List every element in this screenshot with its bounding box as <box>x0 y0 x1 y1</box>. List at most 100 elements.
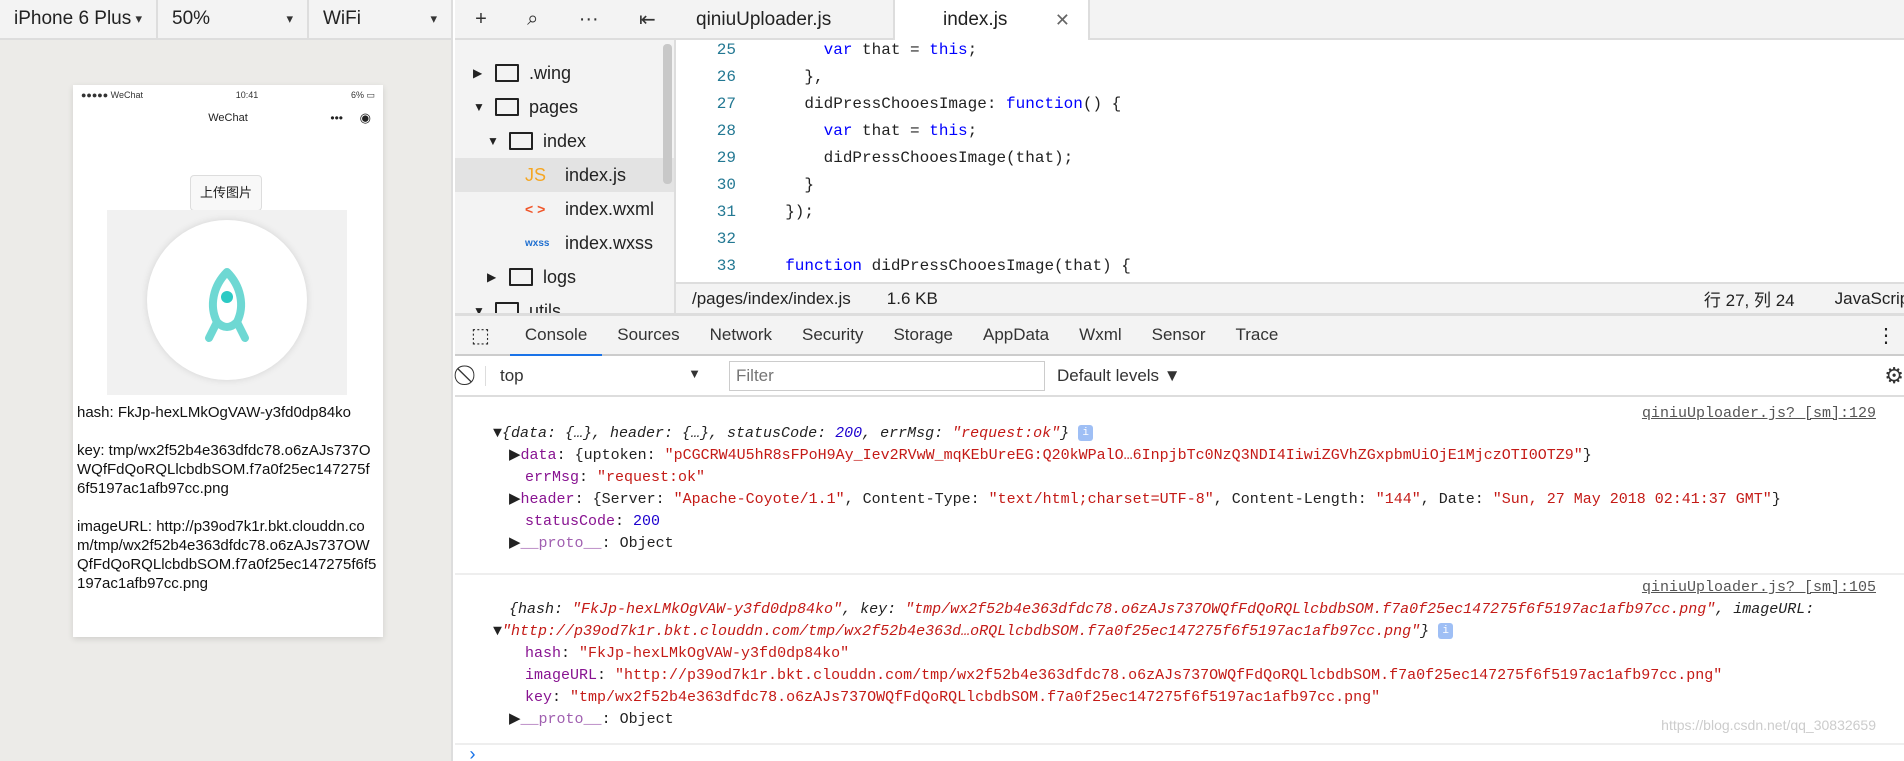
zoom-select[interactable]: 50% ▾ <box>158 0 309 38</box>
tab-label: qiniuUploader.js <box>696 9 832 30</box>
tab-index-js[interactable]: index.js ✕ <box>895 0 1090 40</box>
caret-down-icon: ▼ <box>487 134 499 148</box>
folder-open-icon <box>495 98 519 116</box>
battery-indicator: 6% ▭ <box>350 89 375 100</box>
network-select[interactable]: WiFi ▾ <box>309 0 453 38</box>
tree-item-logs[interactable]: ▶ logs <box>455 260 674 294</box>
watermark: https://blog.csdn.net/qq_30832659 <box>1661 717 1876 733</box>
editor-status-bar: /pages/index/index.js 1.6 KB 行 27, 列 24 … <box>676 282 1904 313</box>
tree-label: logs <box>543 266 577 287</box>
tab-security[interactable]: Security <box>787 315 878 355</box>
settings-gear-icon[interactable]: ⚙ <box>1884 363 1904 389</box>
battery-level: 6% <box>350 89 364 100</box>
tab-trace[interactable]: Trace <box>1221 315 1294 355</box>
more-vert-icon[interactable]: ⋮ <box>1876 323 1896 348</box>
object-summary[interactable]: ▼{data: {…}, header: {…}, statusCode: 20… <box>493 423 1904 445</box>
dropdown-icon: ▼ <box>688 365 701 381</box>
line-number: 32 <box>716 230 736 248</box>
tree-label: index.js <box>565 164 627 185</box>
uploaded-image <box>107 210 347 395</box>
property-data[interactable]: ▶data: {uptoken: "pCGCRW4U5hR8sFPoH9Ay_I… <box>493 445 1904 467</box>
more-icon[interactable]: ••• <box>330 105 343 131</box>
tab-network[interactable]: Network <box>695 315 787 355</box>
tree-scrollbar[interactable] <box>663 44 672 184</box>
code-line: 25 var that = this; <box>676 40 1904 64</box>
image-url-text: imageURL: http://p39od7k1r.bkt.clouddn.c… <box>77 518 377 592</box>
code-line: 29 didPressChooesImage(that); <box>676 145 1904 172</box>
property-key: key: "tmp/wx2f52b4e363dfdc78.o6zAJs737OW… <box>525 689 1381 706</box>
source-link[interactable]: qiniuUploader.js? [sm]:105 <box>1642 579 1876 596</box>
caret-down-icon: ▼ <box>493 425 503 442</box>
code-line: 28 var that = this; <box>676 118 1904 145</box>
property-imageurl: imageURL: "http://p39od7k1r.bkt.clouddn.… <box>525 667 1723 684</box>
property-header[interactable]: ▶header: {Server: "Apache-Coyote/1.1", C… <box>493 489 1904 511</box>
property-proto[interactable]: ▶__proto__: Object <box>493 533 1904 555</box>
tree-item-wing[interactable]: ▶ .wing <box>455 56 674 90</box>
tree-item-pages[interactable]: ▼ pages <box>455 90 674 124</box>
caret-down-icon: ▼ <box>493 623 503 640</box>
chevron-down-icon: ▾ <box>286 11 293 26</box>
tab-label: index.js <box>943 9 1008 30</box>
line-number: 27 <box>716 95 736 113</box>
upload-image-button[interactable]: 上传图片 <box>190 175 262 211</box>
language-mode[interactable]: JavaScript <box>1835 289 1904 309</box>
caret-right-icon: ▶ <box>509 491 521 508</box>
line-number: 31 <box>716 203 736 221</box>
tab-sensor[interactable]: Sensor <box>1137 315 1221 355</box>
tab-qiniuuploader-js[interactable]: qiniuUploader.js <box>676 0 895 40</box>
log-levels-select[interactable]: Default levels ▼ <box>1057 366 1181 386</box>
cursor-position: 行 27, 列 24 <box>1703 291 1795 310</box>
line-number: 30 <box>716 176 736 194</box>
tree-item-index-js[interactable]: JS index.js <box>455 158 674 192</box>
prompt-icon: › <box>467 746 478 761</box>
hash-text: hash: FkJp-hexLMkOgVAW-y3fd0dp84ko <box>77 404 352 421</box>
key-text: key: tmp/wx2f52b4e363dfdc78.o6zAJs737OWQ… <box>77 442 371 497</box>
console-message: qiniuUploader.js? [sm]:129 ▼{data: {…}, … <box>455 397 1904 575</box>
filter-input[interactable] <box>729 360 1045 391</box>
close-circle-icon[interactable]: ◉ <box>360 105 371 131</box>
code-text: didPressChooesImage(that); <box>766 149 1074 167</box>
explorer-toolbar: + ⌕ ··· ⇤ <box>455 0 676 40</box>
tab-wxml[interactable]: Wxml <box>1064 315 1136 355</box>
tree-label: index.wxml <box>565 198 655 219</box>
tab-console[interactable]: Console <box>509 315 603 357</box>
code-text: }, <box>766 68 824 86</box>
tree-item-utils[interactable]: ▼ utils <box>455 294 674 313</box>
info-icon[interactable]: i <box>1078 425 1094 442</box>
code-line: 26 }, <box>676 64 1904 91</box>
collapse-icon[interactable]: ⇤ <box>639 7 656 32</box>
inspect-element-icon[interactable]: ⬚ <box>471 323 490 348</box>
tree-item-index[interactable]: ▼ index <box>455 124 674 158</box>
info-icon[interactable]: i <box>1438 623 1454 640</box>
tab-sources[interactable]: Sources <box>602 315 694 355</box>
code-line: 31 }); <box>676 199 1904 226</box>
context-select[interactable]: top ▼ <box>485 365 715 386</box>
tab-appdata[interactable]: AppData <box>968 315 1064 355</box>
simulator-toolbar: iPhone 6 Plus ▾ 50% ▾ WiFi ▾ <box>0 0 453 40</box>
caret-right-icon: ▶ <box>509 447 521 464</box>
phone-screen: ●●●●● WeChat 10:41 6% ▭ WeChat ••• ◉ 上传图片 … <box>73 85 383 637</box>
line-number: 26 <box>716 68 736 86</box>
device-select[interactable]: iPhone 6 Plus ▾ <box>0 0 158 38</box>
object-summary[interactable]: {hash: "FkJp-hexLMkOgVAW-y3fd0dp84ko", k… <box>493 599 1904 621</box>
editor-tabs: qiniuUploader.js index.js ✕ <box>676 0 1904 40</box>
tree-item-index-wxss[interactable]: wxss index.wxss <box>455 226 674 260</box>
code-editor[interactable]: 25 var that = this; 26 }, 27 didPressChooe… <box>676 40 1904 282</box>
tree-item-index-wxml[interactable]: < > index.wxml <box>455 192 674 226</box>
caret-right-icon: ▶ <box>509 711 521 728</box>
caret-right-icon: ▶ <box>473 66 483 80</box>
line-number: 25 <box>716 41 736 59</box>
console-prompt[interactable]: › <box>455 745 1904 761</box>
more-icon[interactable]: ··· <box>579 8 599 31</box>
logo-circle <box>147 220 307 380</box>
tree-label: .wing <box>529 62 572 83</box>
add-icon[interactable]: + <box>475 8 487 31</box>
search-icon[interactable]: ⌕ <box>527 8 538 31</box>
tab-storage[interactable]: Storage <box>878 315 968 355</box>
source-link[interactable]: qiniuUploader.js? [sm]:129 <box>1642 405 1876 422</box>
property-errmsg: errMsg: "request:ok" <box>525 469 706 486</box>
tree-label: pages <box>529 96 579 117</box>
close-icon[interactable]: ✕ <box>1055 10 1070 31</box>
code-line: 30 } <box>676 172 1904 199</box>
network-label: WiFi <box>323 8 361 29</box>
